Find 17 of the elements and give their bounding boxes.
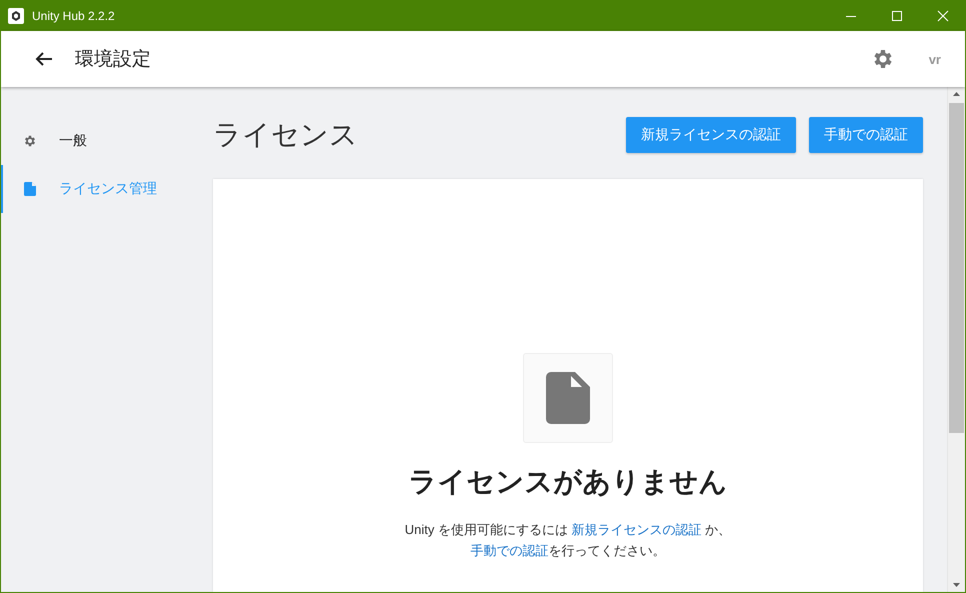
scroll-thumb[interactable] (949, 103, 964, 433)
document-icon (23, 182, 37, 196)
activation-link[interactable]: 手動での認証 (470, 543, 548, 558)
app-icon (8, 8, 24, 24)
activate-license-button[interactable]: 手動での認証 (809, 117, 923, 153)
gear-icon (23, 134, 37, 148)
empty-state-message: Unity を使用可能にするには 新規ライセンスの認証 か、 手動での認証を行ってください。 (404, 521, 732, 560)
activate-license-button[interactable]: 新規ライセンスの認証 (626, 117, 796, 153)
page-header-title: 環境設定 (75, 48, 151, 72)
window-title: Unity Hub 2.2.2 (32, 8, 115, 22)
sidebar-item[interactable]: 一般 (1, 117, 213, 165)
user-initials[interactable]: vr (928, 52, 941, 66)
activation-link[interactable]: 新規ライセンスの認証 (572, 522, 702, 537)
scrollbar[interactable] (947, 87, 965, 592)
document-icon (546, 372, 590, 424)
section-title: ライセンス (213, 118, 358, 152)
empty-state-heading: ライセンスがありません (408, 465, 728, 499)
